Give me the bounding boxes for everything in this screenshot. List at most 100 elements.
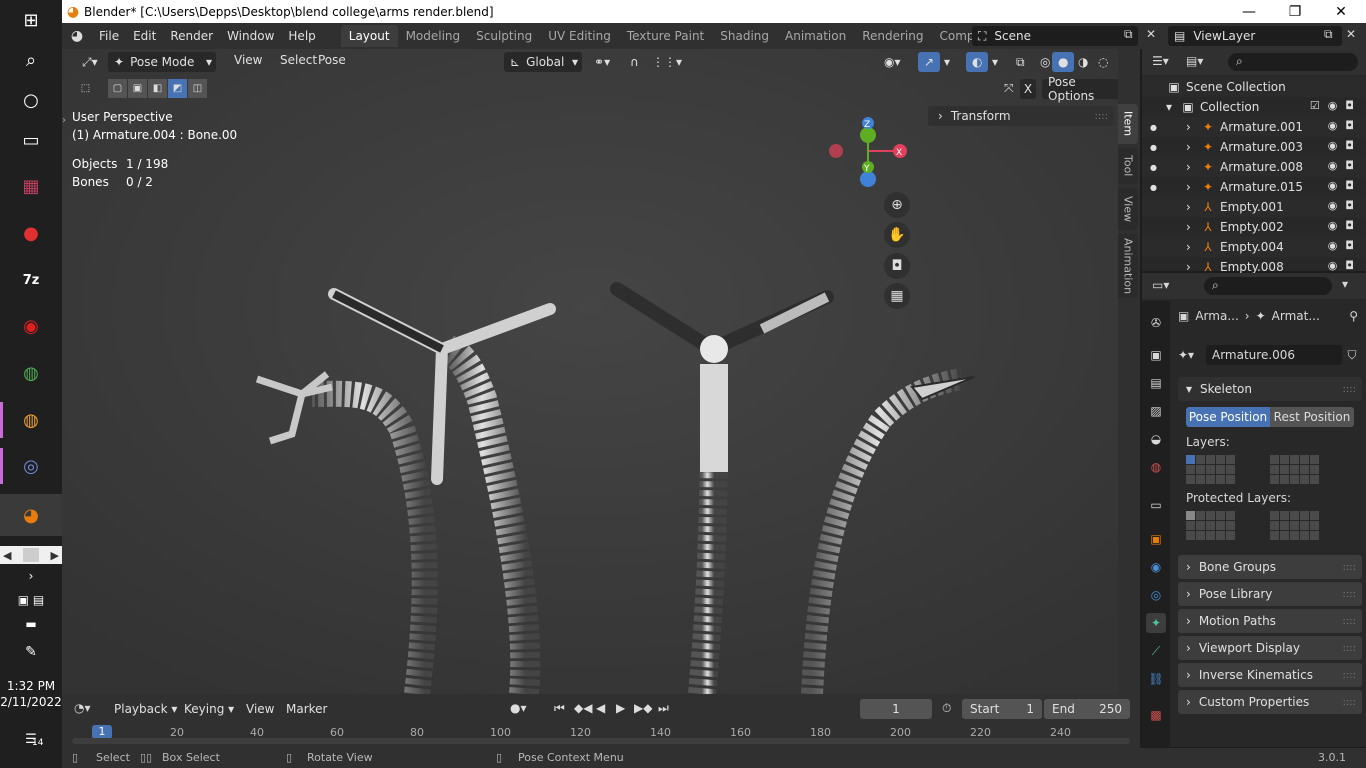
orientation-selector[interactable]: ⊾ Global ▾ <box>504 52 582 72</box>
layer-cell[interactable] <box>1196 531 1205 540</box>
layer-cell[interactable] <box>1300 521 1309 530</box>
scroll-right-icon[interactable]: ▶ <box>51 549 59 562</box>
layer-cell[interactable] <box>1206 521 1215 530</box>
fake-user-shield-icon[interactable]: ⛉ <box>1342 348 1362 363</box>
tab-shading[interactable]: Shading <box>712 25 777 47</box>
collection-toggles[interactable]: ☑◉◘ <box>1310 99 1362 112</box>
modifier-tab-icon[interactable]: ◉ <box>1146 557 1166 577</box>
layer-cell[interactable] <box>1280 521 1289 530</box>
properties-search[interactable]: ⌕ <box>1204 277 1332 295</box>
visibility-toggles[interactable]: ◉◘ <box>1328 179 1362 192</box>
layer-cell[interactable] <box>1280 475 1289 484</box>
layer-cell[interactable] <box>1196 475 1205 484</box>
layer-cell[interactable] <box>1206 465 1215 474</box>
expand-icon[interactable]: ▾ <box>1166 100 1180 114</box>
layer-cell[interactable] <box>1216 531 1225 540</box>
visibility-toggles[interactable]: ◉◘ <box>1328 259 1362 272</box>
prev-keyframe-icon[interactable]: ◆◀ <box>574 701 592 715</box>
visibility-toggles[interactable]: ◉◘ <box>1328 159 1362 172</box>
expand-icon[interactable]: › <box>1186 200 1200 214</box>
new-scene-icon[interactable]: ⧉ <box>1124 27 1133 42</box>
menu-keying[interactable]: Keying ▾ <box>184 702 234 716</box>
layer-cell[interactable] <box>1206 475 1215 484</box>
menu-playback[interactable]: Playback ▾ <box>114 702 177 716</box>
layer-cell[interactable] <box>1226 455 1235 464</box>
navigation-gizmo[interactable]: Z X Y <box>824 113 914 197</box>
menu-window[interactable]: Window <box>220 23 281 49</box>
transform-panel[interactable]: › Transform :::: <box>928 106 1114 126</box>
mode-selector[interactable]: ✦ Pose Mode ▾ <box>108 52 216 72</box>
outliner-item[interactable]: ● › ✦ Armature.008 ◉◘ <box>1142 157 1366 177</box>
layer-cell[interactable] <box>1290 465 1299 474</box>
cortana-icon[interactable]: ○ <box>0 80 62 120</box>
taskbar-scrollbar[interactable]: ◀ ▶ <box>0 546 62 564</box>
layer-cell[interactable] <box>1196 455 1205 464</box>
layer-cell[interactable] <box>1270 465 1279 474</box>
tool-tab-icon[interactable]: ✇ <box>1146 313 1166 333</box>
layer-cell[interactable] <box>1226 475 1235 484</box>
gizmo-toggle[interactable]: ↗ <box>918 52 941 72</box>
editor-type-button[interactable]: ⤢ ▾ <box>76 52 104 72</box>
taskbar-clock[interactable]: 1:32 PM 2/11/2022 <box>0 678 62 710</box>
layer-cell[interactable] <box>1310 455 1319 464</box>
texture-tab-icon[interactable]: ▩ <box>1146 705 1166 725</box>
tab-rendering[interactable]: Rendering <box>854 25 931 47</box>
current-frame-field[interactable]: 1 <box>860 699 932 719</box>
jump-start-icon[interactable]: ⏮ <box>554 701 565 716</box>
menu-timeline-view[interactable]: View <box>246 702 274 716</box>
protected-layers-grid-left[interactable] <box>1186 511 1235 540</box>
overlay-options[interactable]: ▾ <box>986 52 1004 72</box>
timeline-editor-icon[interactable]: ◔▾ <box>74 701 91 715</box>
scene-tab-icon[interactable]: ◒ <box>1146 429 1166 449</box>
shading-rendered[interactable]: ◌ <box>1092 52 1114 72</box>
armature-data-tab-icon[interactable]: ✦ <box>1146 613 1166 633</box>
outliner-search[interactable]: ⌕ <box>1228 53 1358 71</box>
display-mode-icon[interactable]: ▤▾ <box>1186 54 1203 68</box>
layer-cell[interactable] <box>1270 521 1279 530</box>
end-frame-field[interactable]: End 250 <box>1044 699 1130 719</box>
chrome-icon[interactable]: ◍ <box>0 353 62 393</box>
outliner-item[interactable]: ● › ✦ Armature.015 ◉◘ <box>1142 177 1366 197</box>
menu-select[interactable]: Select <box>280 53 317 67</box>
snap-toggle[interactable]: ∩ <box>624 52 645 72</box>
outliner-item[interactable]: ● › ✦ Armature.001 ◉◘ <box>1142 117 1366 137</box>
start-frame-field[interactable]: Start 1 <box>962 699 1042 719</box>
task-view-icon[interactable]: ▭ <box>0 120 62 160</box>
blender-menu-icon[interactable]: ◕ <box>62 28 92 44</box>
playhead[interactable]: 1 <box>92 725 112 739</box>
layer-cell[interactable] <box>1310 521 1319 530</box>
layer-cell[interactable] <box>1226 521 1235 530</box>
layer-cell[interactable] <box>1186 531 1195 540</box>
protected-layers-grid-right[interactable] <box>1270 511 1319 540</box>
menu-marker[interactable]: Marker <box>286 702 327 716</box>
npanel-tab-view[interactable]: View <box>1118 188 1138 230</box>
pivot-point-button[interactable]: ⚭ ▾ <box>588 52 616 72</box>
discord-icon[interactable]: ◎ <box>0 446 62 486</box>
layer-cell[interactable] <box>1290 475 1299 484</box>
outliner-item[interactable]: › ⅄ Empty.004 ◉◘ <box>1142 237 1366 257</box>
select-box-tool-icon[interactable]: ⬚ <box>76 79 95 98</box>
collection-tab-icon[interactable]: ▭ <box>1146 495 1166 515</box>
network-icon[interactable]: ▬ <box>0 614 62 634</box>
tab-sculpting[interactable]: Sculpting <box>468 25 540 47</box>
npanel-tab-item[interactable]: Item <box>1118 104 1138 144</box>
layer-cell[interactable] <box>1226 511 1235 520</box>
winrar-icon[interactable]: ▦ <box>0 166 62 206</box>
layer-cell[interactable] <box>1310 531 1319 540</box>
jump-end-icon[interactable]: ⏭ <box>658 701 669 716</box>
toolbar-expand-icon[interactable]: › <box>62 115 66 126</box>
search-icon[interactable]: ⌕ <box>0 40 62 80</box>
outliner-item[interactable]: ● › ✦ Armature.003 ◉◘ <box>1142 137 1366 157</box>
visibility-button[interactable]: ◉ ▾ <box>878 52 907 72</box>
edit-dot-icon[interactable]: ● <box>1150 123 1157 132</box>
menu-file[interactable]: File <box>92 23 126 49</box>
world-tab-icon[interactable]: ◍ <box>1146 457 1166 477</box>
tab-layout[interactable]: Layout <box>340 25 398 47</box>
expand-icon[interactable]: › <box>1186 180 1200 194</box>
layers-grid-right[interactable] <box>1270 455 1319 484</box>
layer-cell[interactable] <box>1216 455 1225 464</box>
gizmo-options[interactable]: ▾ <box>938 52 956 72</box>
auto-normalize-icon[interactable]: ⤧ <box>1004 81 1014 96</box>
datablock-name[interactable]: Armature.006 <box>1206 345 1342 365</box>
delete-scene-icon[interactable]: ✕ <box>1146 27 1156 41</box>
